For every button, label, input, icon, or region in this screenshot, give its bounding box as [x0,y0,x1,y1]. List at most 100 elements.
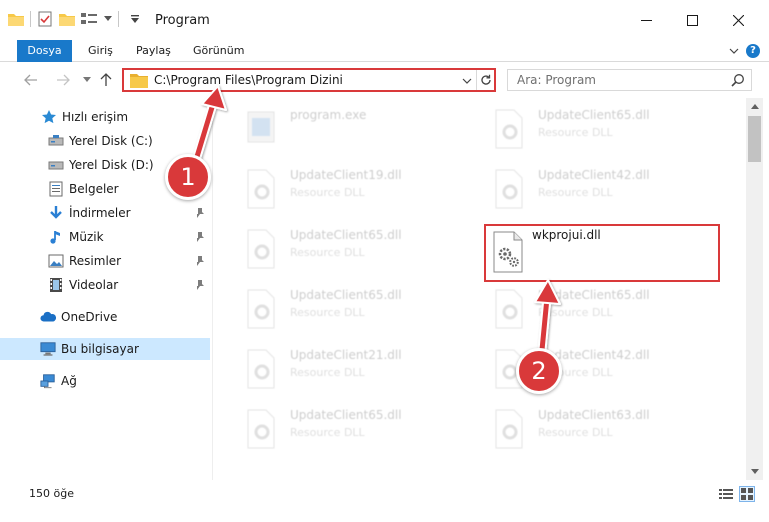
file-type: Resource DLL [290,186,365,199]
file-name: UpdateClient42.dll [538,168,650,182]
view-options-icon[interactable] [80,10,98,28]
navigation-bar: C:\Program Files\Program Dizini Ara: Pro… [0,62,769,98]
sidebar-item-music[interactable]: Müzik [0,226,210,248]
search-input[interactable]: Ara: Program [507,69,752,91]
sidebar-item-label: OneDrive [61,310,118,324]
window-title: Program [155,13,210,28]
dll-file-icon [240,346,280,390]
recent-locations-icon[interactable] [78,71,96,89]
refresh-icon[interactable] [476,70,495,90]
star-icon [41,109,57,125]
address-path[interactable]: C:\Program Files\Program Dizini [154,73,343,87]
file-name: UpdateClient65.dll [538,108,650,122]
pin-icon[interactable] [193,207,205,219]
help-icon[interactable]: ? [745,43,761,59]
sidebar-item-label: Resimler [69,254,122,268]
network-icon [40,373,56,389]
chevron-down-icon[interactable] [99,10,117,28]
scroll-down-icon[interactable] [746,463,763,480]
file-name: UpdateClient63.dll [538,408,650,422]
file-type: Resource DLL [538,186,613,199]
file-item[interactable]: program.exe [234,100,474,156]
file-name: UpdateClient21.dll [290,348,402,362]
sidebar-item-videos[interactable]: Videolar [0,274,210,296]
exe-file-icon [240,106,280,150]
file-type: Resource DLL [290,426,365,439]
scrollbar-thumb[interactable] [748,116,761,162]
dll-file-icon [240,286,280,330]
close-button[interactable] [715,0,761,40]
download-icon [48,205,64,221]
dll-file-icon [240,406,280,450]
sidebar-item-label: İndirmeler [69,206,131,220]
file-type: Resource DLL [538,306,613,319]
minimize-button[interactable] [623,0,669,40]
pictures-icon [48,253,64,269]
file-name: UpdateClient65.dll [290,288,402,302]
address-bar[interactable]: C:\Program Files\Program Dizini [122,68,496,92]
file-type: Resource DLL [538,426,613,439]
file-name: program.exe [290,108,367,122]
tab-view[interactable]: Görünüm [193,40,244,62]
documents-icon [48,181,64,197]
step-badge-2: 2 [516,348,562,394]
tiles-view-icon[interactable] [739,486,755,502]
sidebar-item-label: Bu bilgisayar [61,342,139,356]
search-placeholder: Ara: Program [517,73,596,87]
sidebar-item-quick-access[interactable]: Hızlı erişim [0,106,210,128]
sidebar-item-label: Ağ [61,374,77,388]
file-item[interactable]: UpdateClient65.dll Resource DLL [482,280,722,336]
vertical-scrollbar[interactable] [746,98,763,480]
pin-icon[interactable] [193,231,205,243]
sidebar-item-downloads[interactable]: İndirmeler [0,202,210,224]
dll-file-icon [488,106,528,150]
ribbon-tabs: Dosya Giriş Paylaş Görünüm ? [0,40,769,62]
sidebar-item-label: Yerel Disk (D:) [69,158,154,172]
file-item[interactable]: UpdateClient63.dll Resource DLL [482,400,722,456]
details-view-icon[interactable] [718,486,734,502]
tab-file[interactable]: Dosya [17,40,72,62]
file-item[interactable]: UpdateClient65.dll Resource DLL [234,280,474,336]
scroll-up-icon[interactable] [746,98,763,115]
back-arrow-icon[interactable] [22,71,40,89]
sidebar-item-local-disk-c[interactable]: Yerel Disk (C:) [0,130,210,152]
step-badge-1: 1 [165,154,211,200]
file-item[interactable]: UpdateClient42.dll Resource DLL [482,160,722,216]
file-list: program.exe UpdateClient65.dll Resource … [214,98,746,480]
chevron-down-icon[interactable] [726,43,742,59]
drive-icon [48,133,64,149]
file-type: Resource DLL [290,246,365,259]
up-arrow-icon[interactable] [97,71,115,89]
tab-share[interactable]: Paylaş [136,40,171,62]
separator [30,11,31,27]
new-folder-icon[interactable] [58,10,76,28]
search-icon[interactable] [731,73,745,87]
properties-icon[interactable] [36,10,54,28]
file-item[interactable]: UpdateClient65.dll Resource DLL [482,100,722,156]
separator [118,11,119,27]
pin-icon[interactable] [193,279,205,291]
customize-toolbar-icon[interactable] [126,10,144,28]
dll-file-icon [240,226,280,270]
sidebar-item-label: Müzik [69,230,104,244]
file-highlight-box [484,224,720,282]
file-type: Resource DLL [290,306,365,319]
sidebar-item-pictures[interactable]: Resimler [0,250,210,272]
forward-arrow-icon[interactable] [54,71,72,89]
file-item[interactable]: UpdateClient21.dll Resource DLL [234,340,474,396]
file-item[interactable]: UpdateClient65.dll Resource DLL [234,400,474,456]
file-item[interactable]: UpdateClient19.dll Resource DLL [234,160,474,216]
sidebar-item-onedrive[interactable]: OneDrive [0,306,210,328]
pin-icon[interactable] [193,255,205,267]
folder-icon [130,72,148,88]
cloud-icon [40,309,56,325]
dll-file-icon [488,406,528,450]
maximize-button[interactable] [669,0,715,40]
tab-home[interactable]: Giriş [88,40,113,62]
sidebar-item-network[interactable]: Ağ [0,370,210,392]
chevron-down-icon[interactable] [460,72,474,90]
sidebar-item-label: Videolar [69,278,119,292]
file-item[interactable]: UpdateClient65.dll Resource DLL [234,220,474,276]
sidebar-item-this-pc[interactable]: Bu bilgisayar [0,338,210,360]
folder-icon [7,10,25,28]
